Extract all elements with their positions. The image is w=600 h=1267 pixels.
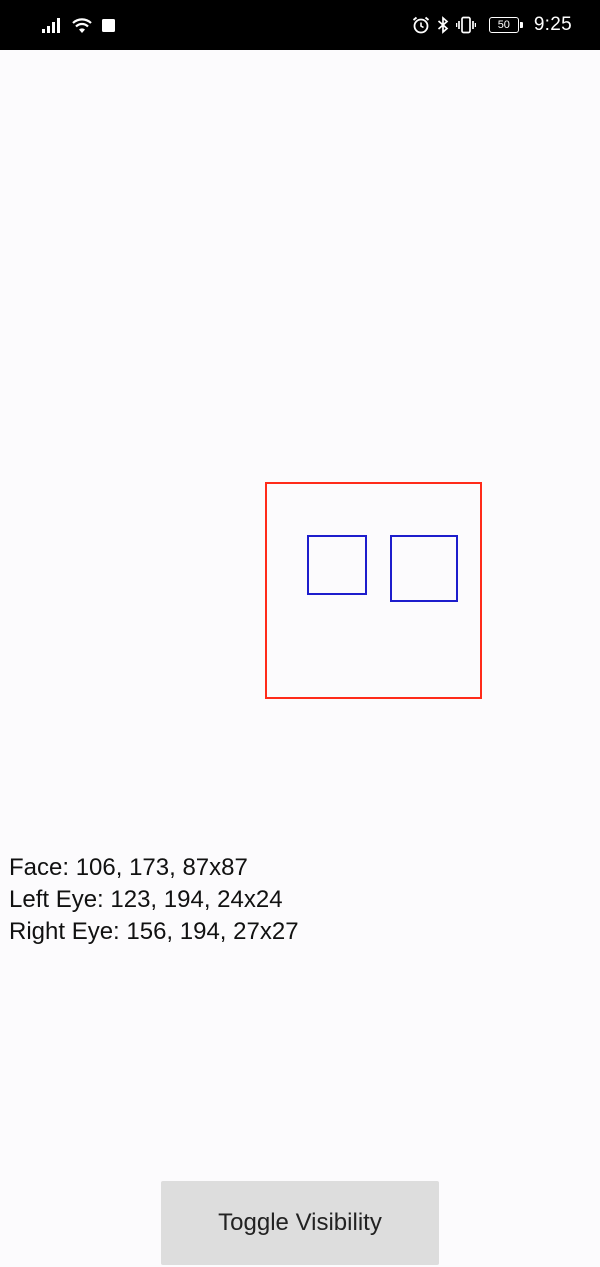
battery-icon: 50	[488, 17, 523, 33]
right-eye-info-text: Right Eye: 156, 194, 27x27	[9, 918, 299, 945]
signal-icon	[42, 17, 62, 33]
toggle-visibility-button[interactable]: Toggle Visibility	[161, 1181, 439, 1265]
left-eye-info-text: Left Eye: 123, 194, 24x24	[9, 886, 283, 913]
left-eye-detection-box	[307, 535, 367, 595]
detection-info: Face: 106, 173, 87x87 Left Eye: 123, 194…	[9, 852, 299, 948]
alarm-icon	[412, 16, 430, 34]
notification-square-icon	[102, 18, 115, 32]
status-bar-right: 50 9:25	[412, 13, 572, 37]
bluetooth-icon	[437, 16, 449, 34]
right-eye-detection-box	[390, 535, 458, 602]
vibrate-icon	[455, 16, 476, 34]
status-bar-time: 9:25	[533, 14, 572, 35]
battery-level: 50	[497, 18, 510, 31]
status-bar: 50 9:25	[0, 0, 600, 50]
status-bar-left	[42, 13, 115, 37]
face-info-text: Face: 106, 173, 87x87	[9, 854, 248, 881]
wifi-icon	[71, 17, 93, 34]
